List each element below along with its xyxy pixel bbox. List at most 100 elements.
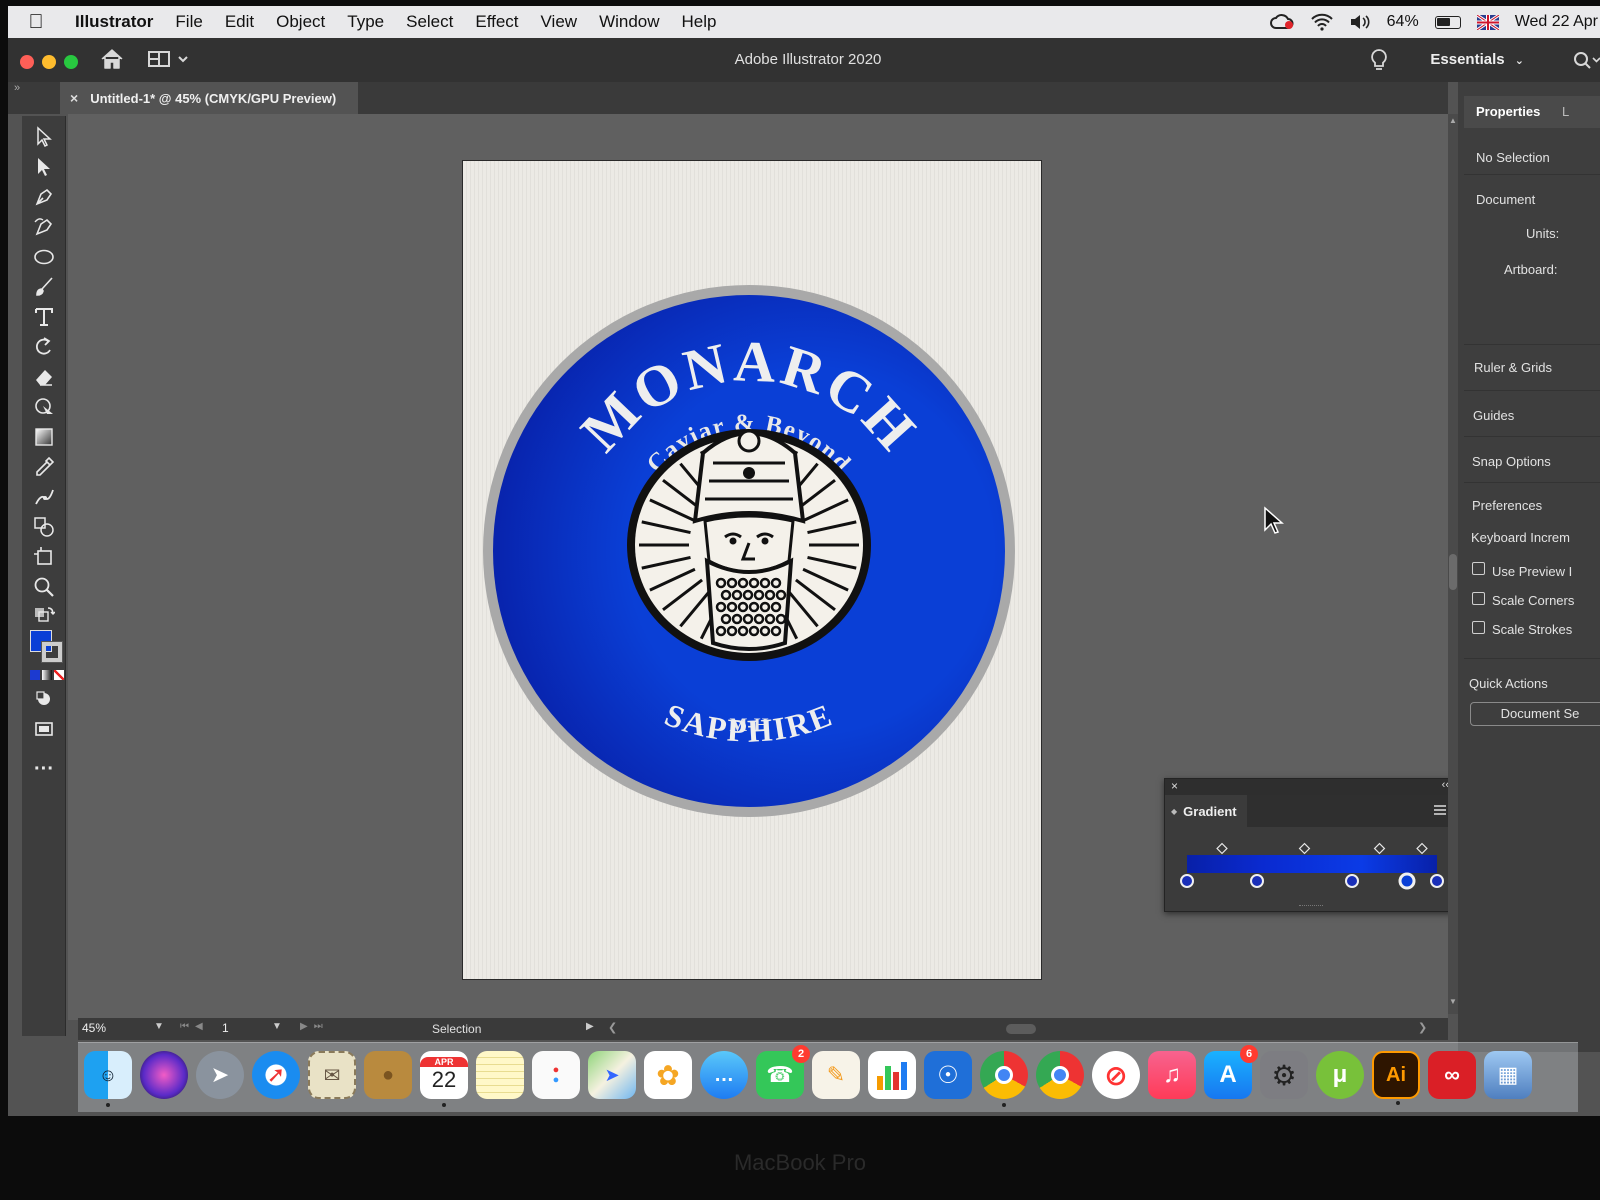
- menu-type[interactable]: Type: [336, 12, 395, 32]
- layers-tab[interactable]: L: [1562, 104, 1569, 119]
- artboard[interactable]: MONARCH Caviar & Beyond M-H SAPPHIRE: [462, 160, 1042, 980]
- next-last-artboard-icons[interactable]: ▶⏭: [300, 1021, 329, 1032]
- stroke-swatch[interactable]: [41, 641, 63, 663]
- artboard-dropdown-icon[interactable]: ▼: [272, 1021, 282, 1032]
- clock[interactable]: Wed 22 Apr: [1515, 13, 1598, 31]
- home-icon[interactable]: [100, 48, 124, 70]
- window-minimize-button[interactable]: [42, 55, 56, 69]
- menu-app-name[interactable]: Illustrator: [64, 12, 164, 32]
- direct-selection-tool-icon[interactable]: [30, 154, 58, 180]
- menu-file[interactable]: File: [164, 12, 213, 32]
- panel-resize-grip[interactable]: [1299, 905, 1323, 908]
- finder-icon[interactable]: ☺: [84, 1051, 132, 1107]
- color-mode-buttons[interactable]: [30, 670, 64, 680]
- photos-icon[interactable]: ✿: [644, 1051, 692, 1099]
- vertical-scrollbar[interactable]: ▲ ▼: [1448, 114, 1458, 1014]
- rotate-tool-icon[interactable]: [30, 334, 58, 360]
- horizontal-scroll-thumb[interactable]: [1006, 1024, 1036, 1034]
- scroll-right-icon[interactable]: ❯: [1418, 1021, 1427, 1034]
- scroll-down-icon[interactable]: ▼: [1449, 997, 1457, 1006]
- gradient-stop[interactable]: [1430, 874, 1444, 888]
- facetime-icon[interactable]: ☎ 2: [756, 1045, 810, 1099]
- close-tab-icon[interactable]: ×: [70, 90, 78, 106]
- window-zoom-button[interactable]: [64, 55, 78, 69]
- notes-icon[interactable]: [476, 1051, 524, 1099]
- canvas[interactable]: MONARCH Caviar & Beyond M-H SAPPHIRE × ‹…: [68, 114, 1448, 1020]
- scale-corners-checkbox[interactable]: [1472, 592, 1485, 605]
- gradient-stop[interactable]: [1180, 874, 1194, 888]
- menu-effect[interactable]: Effect: [464, 12, 529, 32]
- illustrator-dock-icon[interactable]: Ai: [1372, 1051, 1420, 1105]
- app-store-icon[interactable]: A6: [1204, 1045, 1258, 1099]
- scroll-left-icon[interactable]: ❮: [608, 1021, 617, 1034]
- screen-mode-icon[interactable]: [30, 716, 58, 742]
- gradient-tool-icon[interactable]: [30, 424, 58, 450]
- zoom-tool-icon[interactable]: [30, 574, 58, 600]
- paintbrush-tool-icon[interactable]: [30, 274, 58, 300]
- panel-menu-icon[interactable]: [1433, 804, 1447, 816]
- lightbulb-icon[interactable]: [1370, 48, 1388, 72]
- gradient-midpoint[interactable]: [1216, 842, 1228, 855]
- uk-flag-icon[interactable]: [1476, 14, 1499, 30]
- news-icon[interactable]: ⊘: [1092, 1051, 1140, 1099]
- use-preview-checkbox[interactable]: [1472, 562, 1485, 575]
- preview-icon[interactable]: ▦: [1484, 1051, 1532, 1099]
- free-transform-tool-icon[interactable]: [30, 394, 58, 420]
- collapse-toolbar-icon[interactable]: »: [14, 82, 20, 94]
- search-icon[interactable]: [1572, 50, 1600, 72]
- vertical-scroll-thumb[interactable]: [1449, 554, 1457, 590]
- pen-tool-icon[interactable]: [30, 184, 58, 210]
- safari-icon[interactable]: ➚: [252, 1051, 300, 1099]
- gradient-ramp[interactable]: [1187, 855, 1437, 873]
- mail-icon[interactable]: ✉: [308, 1051, 356, 1099]
- keynote-icon[interactable]: ☉: [924, 1051, 972, 1099]
- maps-icon[interactable]: ➤: [588, 1051, 636, 1099]
- gradient-panel[interactable]: × ‹‹ ◆ Gradient: [1164, 778, 1448, 912]
- scroll-up-icon[interactable]: ▲: [1449, 116, 1457, 125]
- shape-builder-tool-icon[interactable]: [30, 514, 58, 540]
- numbers-icon[interactable]: [868, 1051, 916, 1099]
- none-icon[interactable]: [54, 670, 64, 680]
- eraser-tool-icon[interactable]: [30, 364, 58, 390]
- music-icon[interactable]: ♫: [1148, 1051, 1196, 1099]
- menu-object[interactable]: Object: [265, 12, 336, 32]
- gradient-midpoint[interactable]: [1298, 842, 1311, 855]
- document-tab[interactable]: × Untitled-1* @ 45% (CMYK/GPU Preview): [60, 82, 358, 114]
- ellipse-tool-icon[interactable]: [30, 244, 58, 270]
- menu-view[interactable]: View: [530, 12, 589, 32]
- window-close-button[interactable]: [20, 55, 34, 69]
- more-tools-icon[interactable]: ···: [30, 756, 58, 782]
- artboard-number-field[interactable]: 1: [222, 1021, 229, 1035]
- menu-select[interactable]: Select: [395, 12, 464, 32]
- swap-fill-stroke-icon[interactable]: [30, 604, 58, 630]
- creative-cloud-icon[interactable]: [1269, 13, 1295, 31]
- properties-tab[interactable]: Properties: [1476, 104, 1540, 119]
- type-tool-icon[interactable]: [30, 304, 58, 330]
- drawing-modes-icon[interactable]: [30, 686, 58, 712]
- menu-help[interactable]: Help: [671, 12, 728, 32]
- eyedropper-tool-icon[interactable]: [30, 454, 58, 480]
- apple-menu-icon[interactable]: : [8, 11, 64, 34]
- zoom-dropdown-icon[interactable]: ▼: [154, 1021, 164, 1032]
- wifi-icon[interactable]: [1310, 13, 1333, 31]
- reminders-icon[interactable]: ● ●: [532, 1051, 580, 1099]
- contacts-icon[interactable]: ●: [364, 1051, 412, 1099]
- calendar-icon[interactable]: APR 22: [420, 1051, 468, 1107]
- menu-edit[interactable]: Edit: [214, 12, 265, 32]
- color-icon[interactable]: [30, 670, 40, 680]
- zoom-level-field[interactable]: 45%: [82, 1021, 162, 1037]
- gradient-midpoint[interactable]: [1416, 842, 1428, 855]
- messages-icon[interactable]: …: [700, 1051, 748, 1099]
- artboard-tool-icon[interactable]: [30, 544, 58, 570]
- siri-icon[interactable]: [140, 1051, 188, 1099]
- creative-cloud-dock-icon[interactable]: ∞: [1428, 1051, 1476, 1099]
- puppet-warp-tool-icon[interactable]: [30, 484, 58, 510]
- gradient-stop[interactable]: [1345, 874, 1359, 888]
- arrange-documents-icon[interactable]: [148, 50, 194, 70]
- king-emblem[interactable]: [627, 429, 871, 661]
- pages-icon[interactable]: ✎: [812, 1051, 860, 1099]
- panel-close-icon[interactable]: ×: [1171, 779, 1178, 793]
- current-tool-status[interactable]: Selection: [432, 1022, 481, 1036]
- chrome-icon[interactable]: [980, 1051, 1028, 1107]
- gradient-slider[interactable]: [1173, 835, 1448, 891]
